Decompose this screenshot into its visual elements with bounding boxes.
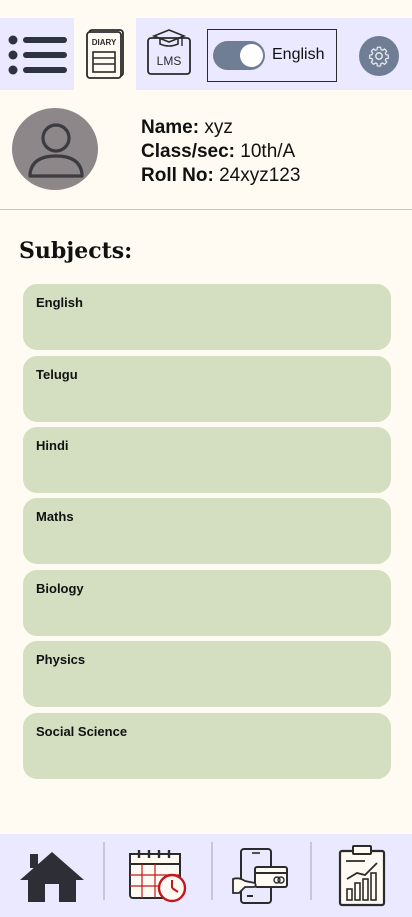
lms-label: LMS [157, 54, 182, 68]
class-value: 10th/A [240, 141, 296, 162]
menu-icon[interactable] [8, 35, 70, 75]
nav-fees[interactable] [213, 834, 309, 917]
roll-label: Roll No: [141, 165, 214, 186]
nav-home[interactable] [0, 834, 103, 917]
subject-label: English [36, 295, 83, 310]
profile-class-row: Class/sec: 10th/A [141, 140, 300, 164]
profile-roll-row: Roll No: 24xyz123 [141, 164, 300, 188]
home-icon [19, 851, 84, 902]
subject-label: Hindi [36, 438, 69, 453]
roll-value: 24xyz123 [219, 165, 301, 186]
class-label: Class/sec: [141, 141, 236, 162]
subject-label: Telugu [36, 367, 78, 382]
report-chart-icon [338, 844, 386, 906]
calendar-clock-icon [129, 849, 187, 902]
subject-card-biology[interactable]: Biology [23, 570, 391, 636]
subject-label: Maths [36, 509, 74, 524]
subject-label: Social Science [36, 724, 128, 739]
avatar [12, 108, 98, 190]
bottom-nav [0, 834, 412, 917]
user-icon [28, 123, 84, 178]
switch-knob [240, 44, 263, 67]
gear-icon [369, 46, 389, 67]
profile-name-row: Name: xyz [141, 116, 300, 140]
mobile-payment-icon [232, 847, 288, 904]
language-label: English [272, 46, 325, 63]
subject-card-hindi[interactable]: Hindi [23, 427, 391, 493]
lms-icon[interactable]: LMS [144, 28, 202, 78]
diary-label: DIARY [92, 38, 117, 47]
subjects-title: Subjects: [19, 238, 133, 264]
name-label: Name: [141, 117, 200, 138]
subject-label: Biology [36, 581, 84, 596]
profile-info: Name: xyz Class/sec: 10th/A Roll No: 24x… [141, 116, 300, 188]
diary-icon[interactable]: DIARY [83, 28, 127, 80]
subject-card-telugu[interactable]: Telugu [23, 356, 391, 422]
language-switch[interactable] [213, 41, 265, 70]
subject-card-physics[interactable]: Physics [23, 641, 391, 707]
subject-card-maths[interactable]: Maths [23, 498, 391, 564]
top-bar: DIARY LMS English [0, 0, 412, 92]
nav-reports[interactable] [312, 834, 412, 917]
subject-card-english[interactable]: English [23, 284, 391, 350]
settings-button[interactable] [359, 36, 399, 76]
subject-card-social-science[interactable]: Social Science [23, 713, 391, 779]
divider [0, 209, 412, 210]
language-toggle[interactable]: English [207, 29, 337, 82]
subject-label: Physics [36, 652, 86, 667]
nav-timetable[interactable] [105, 834, 211, 917]
name-value: xyz [204, 117, 233, 138]
